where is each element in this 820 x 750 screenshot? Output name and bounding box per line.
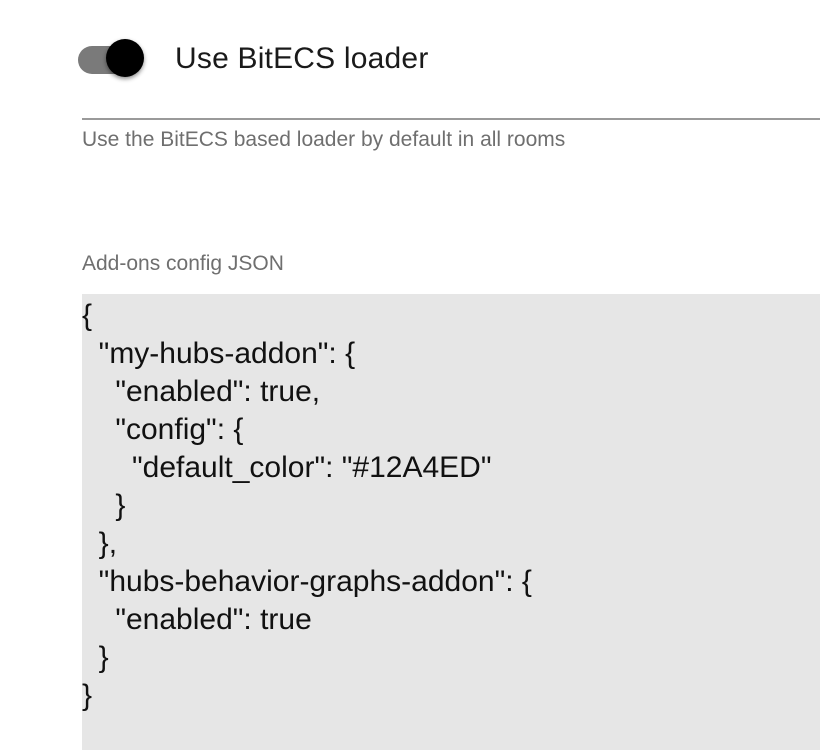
bitecs-loader-toggle-row: Use BitECS loader xyxy=(78,36,429,82)
bitecs-loader-label: Use BitECS loader xyxy=(175,42,429,75)
bitecs-loader-description: Use the BitECS based loader by default i… xyxy=(82,128,566,151)
json-line: "my-hubs-addon": { xyxy=(82,337,356,370)
addons-config-label: Add-ons config JSON xyxy=(82,252,284,275)
toggle-knob[interactable] xyxy=(106,39,144,77)
bitecs-loader-toggle[interactable] xyxy=(78,37,144,81)
addons-config-textarea[interactable]: { "my-hubs-addon": { "enabled": true, "c… xyxy=(82,294,820,750)
json-line: "enabled": true, xyxy=(82,375,321,408)
json-line: "config": { xyxy=(82,413,244,446)
json-line: } xyxy=(82,641,109,674)
json-line: } xyxy=(82,679,93,712)
json-line: }, xyxy=(82,527,118,560)
json-line: { xyxy=(82,299,93,332)
json-line: "hubs-behavior-graphs-addon": { xyxy=(82,565,532,598)
json-line: "enabled": true xyxy=(82,603,312,636)
json-line: "default_color": "#12A4ED" xyxy=(82,451,492,484)
divider xyxy=(82,118,820,120)
json-line: } xyxy=(82,489,126,522)
